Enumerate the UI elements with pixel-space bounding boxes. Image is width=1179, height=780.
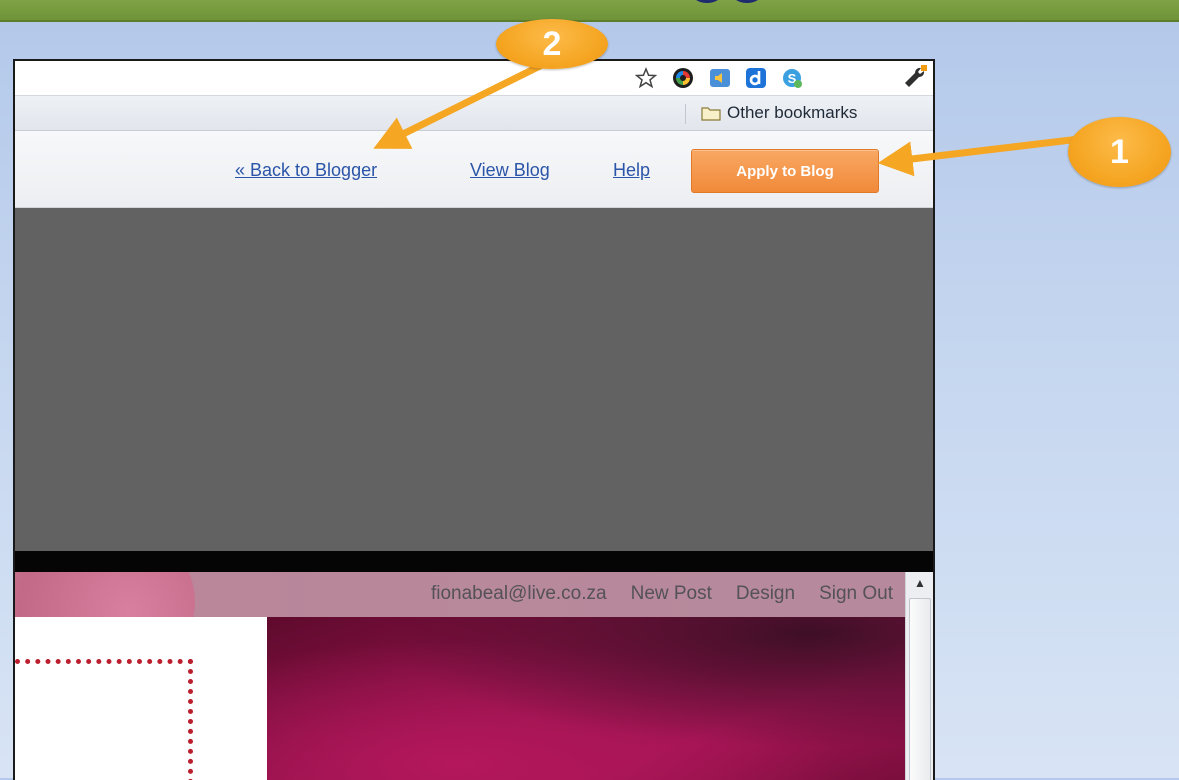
scrollbar-thumb[interactable] [909,598,931,780]
speaker-icon[interactable] [709,67,731,89]
blog-preview: fionabeal@live.co.za New Post Design Sig… [15,572,933,780]
back-to-blogger-link[interactable]: « Back to Blogger [235,160,377,181]
folder-icon [701,107,721,121]
header-swoosh-decoration [15,572,195,617]
sign-out-link[interactable]: Sign Out [819,583,893,605]
design-link[interactable]: Design [736,583,795,605]
apply-to-blog-button[interactable]: Apply to Blog [691,149,879,193]
designer-panel-area [15,208,933,551]
blog-navbar-links: fionabeal@live.co.za New Post Design Sig… [431,583,893,605]
template-designer-bar: « Back to Blogger View Blog Help Apply t… [15,131,933,208]
other-bookmarks-label: Other bookmarks [727,103,858,122]
chrome-color-icon[interactable] [672,67,694,89]
skype-icon[interactable]: S [781,67,803,89]
callout-number-1: 1 [1068,117,1171,187]
wrench-icon[interactable] [899,65,927,91]
preview-divider-strip [15,551,933,572]
view-blog-link[interactable]: View Blog [470,160,550,181]
bookmarks-divider [685,104,686,124]
browser-window: S Other bookmarks « Back to Blogger View… [13,59,935,780]
blog-navbar: fionabeal@live.co.za New Post Design Sig… [15,572,905,617]
new-post-link[interactable]: New Post [631,583,712,605]
help-link[interactable]: Help [613,160,650,181]
slide-top-bar [0,0,1179,22]
blog-header-image [267,617,905,780]
dotted-frame-decoration [15,659,193,780]
blog-left-column [15,617,267,780]
star-icon[interactable] [635,67,657,89]
title-fragment-graphic [696,0,758,3]
address-toolbar: S [15,61,933,96]
other-bookmarks-button[interactable]: Other bookmarks [701,102,857,124]
bookmarks-bar: Other bookmarks [15,96,933,131]
d-app-icon[interactable] [745,67,767,89]
user-email-link[interactable]: fionabeal@live.co.za [431,583,607,605]
scroll-up-arrow-icon[interactable]: ▲ [913,576,927,590]
callout-number-2: 2 [496,19,608,69]
vertical-scrollbar[interactable]: ▲ [905,572,933,780]
